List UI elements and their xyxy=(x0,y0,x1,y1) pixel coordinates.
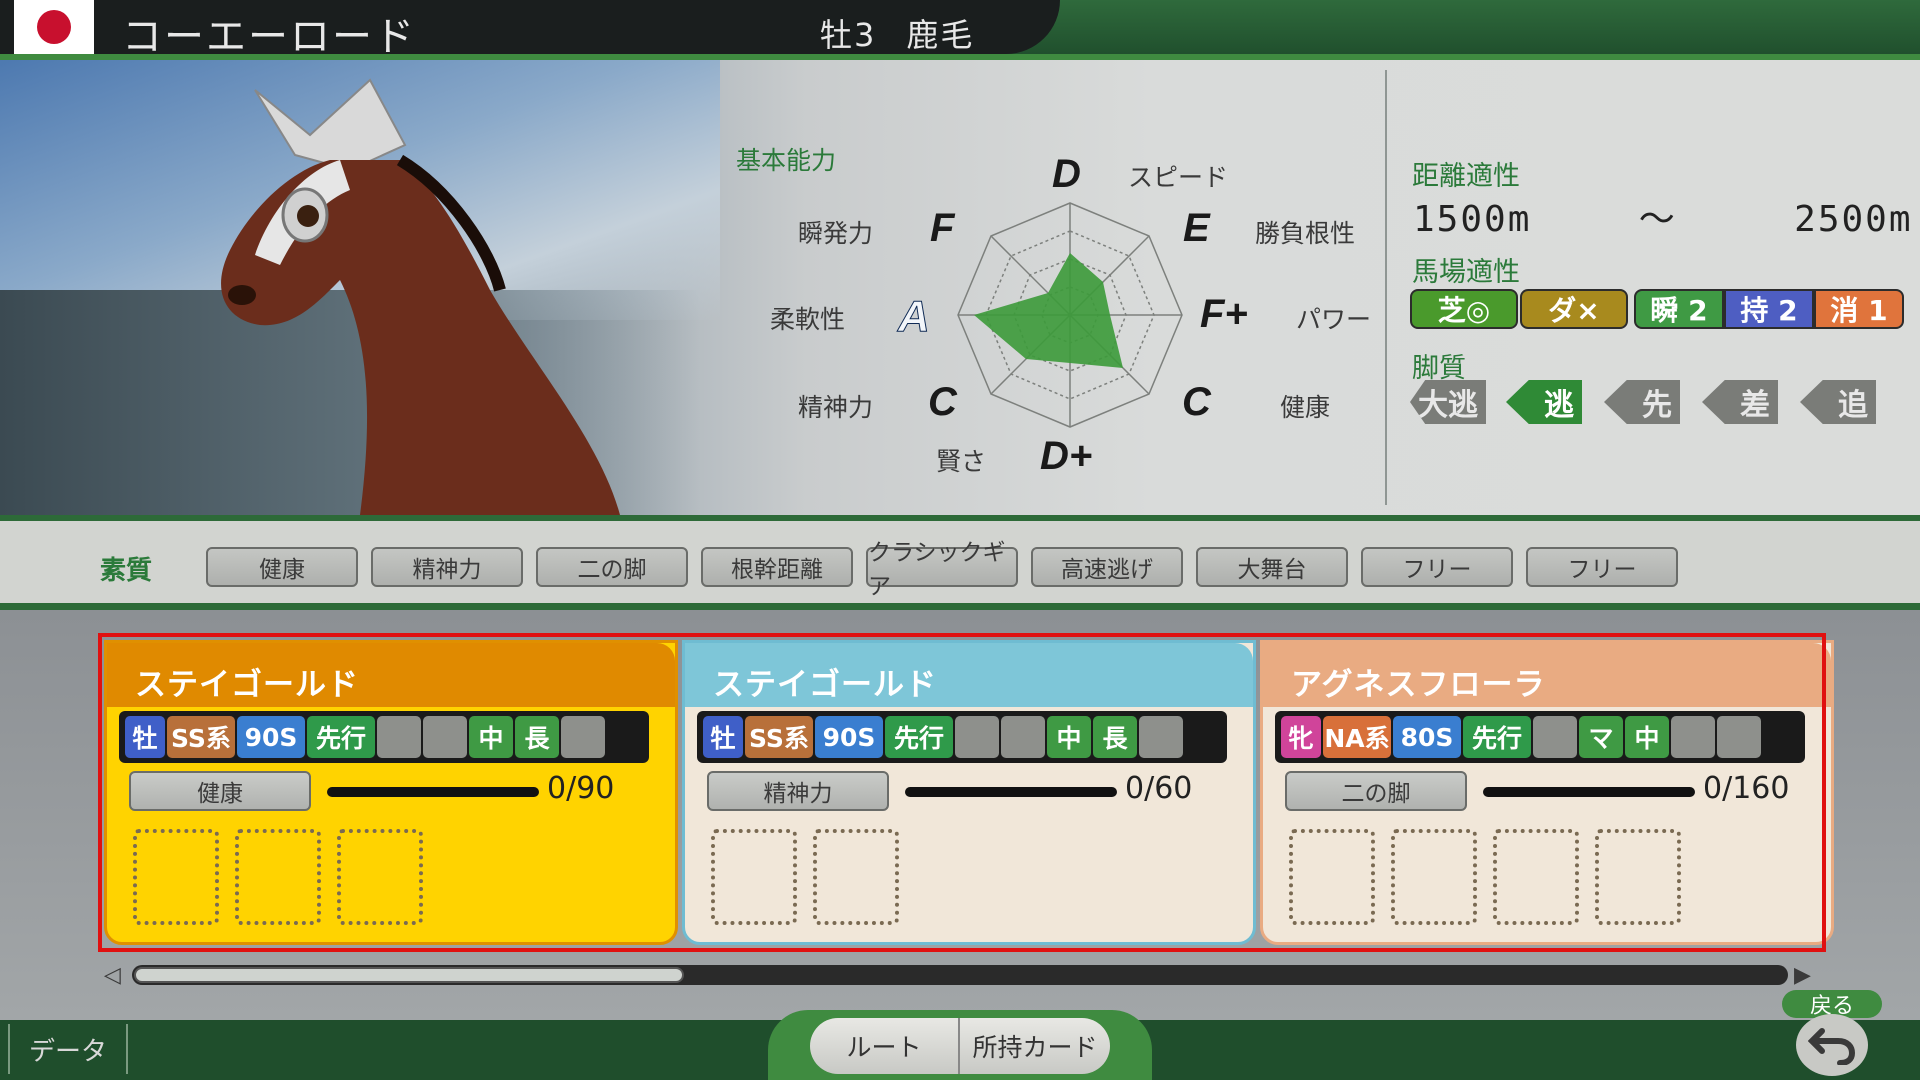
trait-second-leg[interactable]: 二の脚 xyxy=(536,547,688,587)
param-stamina: 持 2 xyxy=(1724,289,1814,329)
turf-aptitude: 芝◎ xyxy=(1410,289,1518,329)
distance-range: 1500m ～ 2500m xyxy=(1413,190,1913,242)
grade-guts: E xyxy=(1183,206,1210,250)
track-label: 馬場適性 xyxy=(1412,257,1520,288)
back-arrow-icon[interactable] xyxy=(1796,1014,1868,1076)
trait-mental[interactable]: 精神力 xyxy=(371,547,523,587)
distance-separator: ～ xyxy=(1638,199,1677,240)
grade-flexibility: A xyxy=(898,292,931,342)
trait-core-distance[interactable]: 根幹距離 xyxy=(701,547,853,587)
horse-sex-age-coat: 牡3 鹿毛 xyxy=(820,10,974,56)
label-power: パワー xyxy=(1296,305,1372,334)
data-button[interactable]: データ xyxy=(8,1024,128,1074)
trait-health[interactable]: 健康 xyxy=(206,547,358,587)
label-health: 健康 xyxy=(1280,393,1331,422)
panel-separator xyxy=(1385,70,1387,505)
horse-image xyxy=(221,78,620,515)
label-speed: スピード xyxy=(1128,163,1229,192)
sex-age: 牡3 xyxy=(820,16,877,54)
dirt-aptitude: ダ× xyxy=(1520,289,1628,329)
japan-flag-icon xyxy=(14,0,94,54)
trait-big-stage[interactable]: 大舞台 xyxy=(1196,547,1348,587)
grade-power: F+ xyxy=(1200,292,1248,336)
trait-fast-escape[interactable]: 高速逃げ xyxy=(1031,547,1183,587)
distance-max: 2500m xyxy=(1794,199,1913,240)
route-button[interactable]: ルート xyxy=(810,1018,960,1074)
horse-name: コーエーロード xyxy=(122,14,416,60)
ability-radar-chart xyxy=(957,202,1183,428)
distance-label: 距離適性 xyxy=(1412,161,1520,192)
traits-label: 素質 xyxy=(100,556,153,586)
label-guts: 勝負根性 xyxy=(1255,219,1356,248)
scroll-thumb[interactable] xyxy=(134,967,684,983)
scroll-left-arrow-icon[interactable]: ◁ xyxy=(104,963,121,988)
label-flexibility: 柔軟性 xyxy=(770,305,846,334)
grade-burst: F xyxy=(930,206,955,250)
distance-min: 1500m xyxy=(1413,199,1532,240)
grade-wisdom: D+ xyxy=(1040,434,1093,478)
grade-health: C xyxy=(1182,380,1211,424)
abilities-label: 基本能力 xyxy=(736,146,837,175)
style-big-escape: 大逃 xyxy=(1410,380,1486,424)
trait-free-1[interactable]: フリー xyxy=(1361,547,1513,587)
coat: 鹿毛 xyxy=(906,16,975,54)
running-style-label: 脚質 xyxy=(1412,353,1466,384)
trait-free-2[interactable]: フリー xyxy=(1526,547,1678,587)
label-burst: 瞬発力 xyxy=(798,219,874,248)
trait-classic-gear[interactable]: クラシックギア xyxy=(866,540,1018,600)
grade-mental: C xyxy=(928,380,957,424)
label-wisdom: 賢さ xyxy=(936,447,987,476)
selection-highlight-frame xyxy=(98,633,1826,952)
param-consumption: 消 1 xyxy=(1814,289,1904,329)
param-burst: 瞬 2 xyxy=(1634,289,1724,329)
grade-speed: D xyxy=(1052,152,1081,196)
scroll-right-arrow-icon[interactable]: ▶ xyxy=(1794,963,1811,988)
label-mental: 精神力 xyxy=(798,393,874,422)
owned-cards-button[interactable]: 所持カード xyxy=(960,1018,1110,1074)
